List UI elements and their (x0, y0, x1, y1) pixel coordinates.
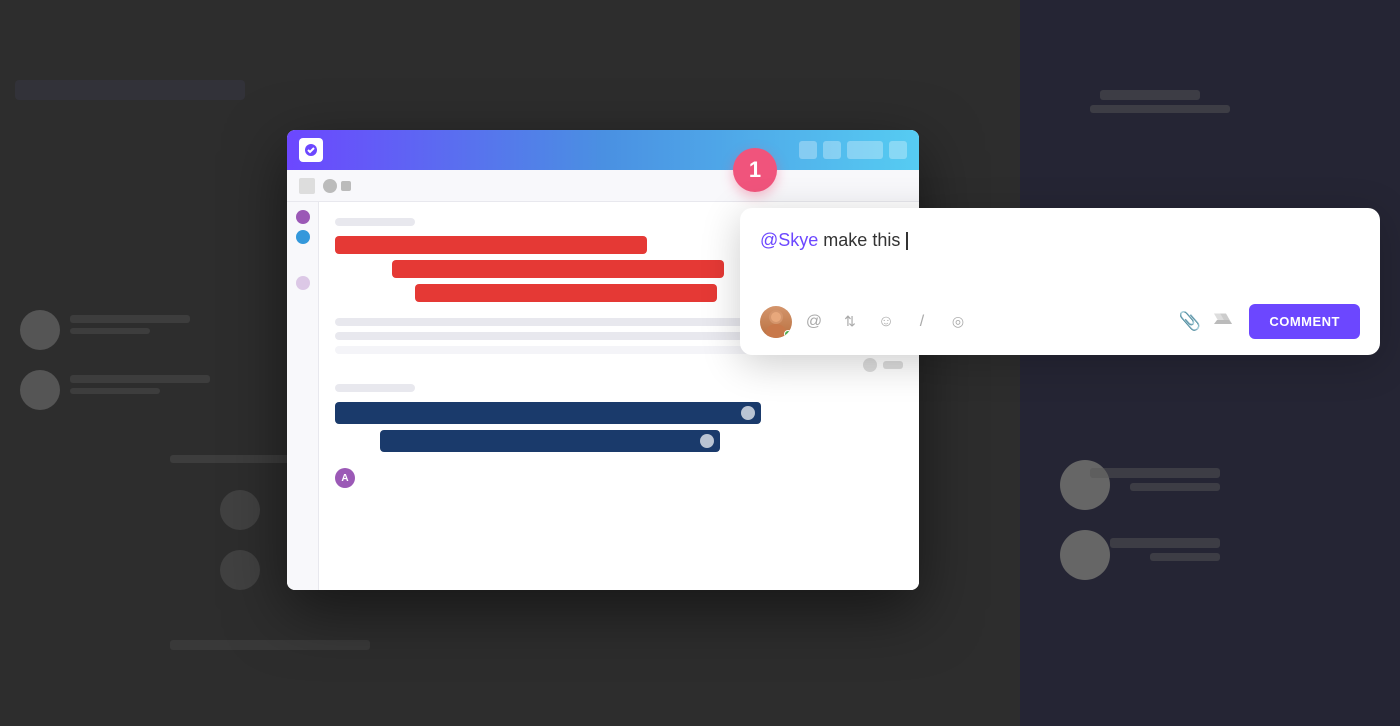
bg-text-right (1090, 468, 1220, 478)
attachment-icon[interactable]: 📎 (1179, 311, 1201, 332)
comment-body-text: make this (818, 230, 905, 250)
bar-avatar (741, 406, 755, 420)
toolbar-add (341, 181, 351, 191)
small-icon (863, 358, 877, 372)
bg-avatar (220, 550, 260, 590)
bg-text (70, 388, 160, 394)
blue-gantt-section (335, 384, 903, 452)
commenter-avatar (760, 306, 792, 338)
sidebar-dot-purple (296, 210, 310, 224)
text-cursor (906, 232, 908, 250)
comment-toolbar: @ ⇅ ☺ / ◎ 📎 COMMENT (760, 304, 1360, 339)
gantt-row-blue (380, 430, 903, 452)
app-toolbar (287, 170, 919, 202)
bg-avatar (20, 370, 60, 410)
sidebar-dot-blue (296, 230, 310, 244)
section-title-bar (335, 218, 415, 226)
avatar-icon (847, 141, 883, 159)
mention-text: @Skye (760, 230, 818, 250)
bg-avatar (220, 490, 260, 530)
bottom-avatar: A (335, 468, 355, 488)
blue-bar-2 (380, 430, 720, 452)
gantt-row-blue (335, 402, 903, 424)
mention-icon[interactable]: @ (800, 308, 828, 336)
bg-text (70, 315, 190, 323)
bg-element (15, 80, 245, 100)
app-header (287, 130, 919, 170)
header-icons (799, 141, 907, 159)
screenshot-card: A (287, 130, 919, 590)
blue-bar-1 (335, 402, 761, 424)
emoji-icon[interactable]: ☺ (872, 308, 900, 336)
bg-text-right (1150, 553, 1220, 561)
small-text (883, 361, 903, 369)
app-logo (299, 138, 323, 162)
comment-submit-button[interactable]: COMMENT (1249, 304, 1360, 339)
bg-text (170, 640, 370, 650)
assign-icon[interactable]: ⇅ (836, 308, 864, 336)
app-sidebar (287, 202, 319, 590)
red-bar-3 (415, 284, 718, 302)
bg-avatar-right (1060, 530, 1110, 580)
bar-avatar-2 (700, 434, 714, 448)
online-status-dot (784, 330, 792, 338)
notification-badge: 1 (733, 148, 777, 192)
toolbar-avatar (323, 179, 337, 193)
search-icon (823, 141, 841, 159)
bell-icon (799, 141, 817, 159)
grid-icon (889, 141, 907, 159)
grid-toolbar-icon (299, 178, 315, 194)
section-title-bar-blue (335, 384, 415, 392)
bottom-avatar-row: A (335, 468, 903, 488)
bg-text (70, 375, 210, 383)
bg-text-right (1090, 105, 1230, 113)
comment-popup: @Skye make this @ ⇅ ☺ / (740, 208, 1380, 355)
bg-text-right (1130, 483, 1220, 491)
bg-avatar (20, 310, 60, 350)
slash-icon[interactable]: / (908, 308, 936, 336)
red-bar-1 (335, 236, 647, 254)
sidebar-dot-small (296, 276, 310, 290)
drive-icon[interactable] (1213, 310, 1233, 333)
red-bar-2 (392, 260, 724, 278)
bg-text (70, 328, 150, 334)
bg-text-right (1100, 90, 1200, 100)
bg-text-right (1110, 538, 1220, 548)
target-icon[interactable]: ◎ (944, 308, 972, 336)
comment-text-area: @Skye make this (760, 228, 1360, 288)
